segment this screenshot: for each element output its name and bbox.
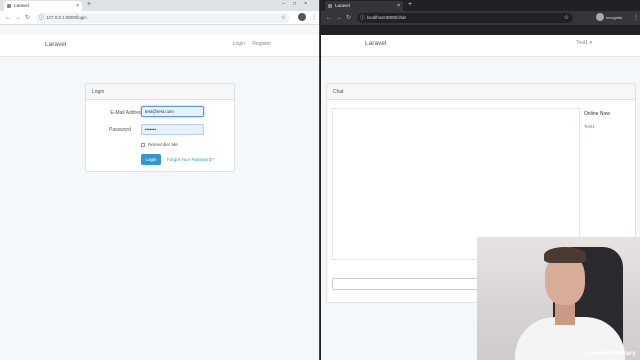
user-menu-label: Test1 xyxy=(576,40,589,46)
password-label: Password xyxy=(109,127,131,133)
online-user[interactable]: Test1 xyxy=(584,124,595,129)
password-input[interactable]: ••••••• xyxy=(141,124,204,135)
caret-down-icon: ▾ xyxy=(589,40,592,46)
reload-icon[interactable]: ↻ xyxy=(346,14,351,22)
kebab-menu-icon[interactable]: ⋮ xyxy=(311,13,317,23)
webcam-overlay: CodeWithDary xyxy=(477,237,640,360)
navbar-brand[interactable]: Laravel xyxy=(45,41,66,48)
laravel-navbar: Laravel Test1 ▾ xyxy=(321,35,640,57)
address-bar[interactable]: ⓘ localhost:8000/chat ☆ xyxy=(357,13,573,23)
incognito-icon[interactable] xyxy=(596,13,604,21)
user-menu-dropdown[interactable]: Test1 ▾ xyxy=(576,40,592,46)
presenter-hair xyxy=(544,247,586,263)
email-label: E-Mail Address xyxy=(110,110,144,116)
tab-laravel-chat[interactable]: Laravel × xyxy=(325,1,403,11)
incognito-label: Incognito xyxy=(606,15,623,20)
reload-icon[interactable]: ↻ xyxy=(25,14,30,22)
register-nav-link[interactable]: Register xyxy=(252,41,271,47)
login-nav-link[interactable]: Login xyxy=(233,41,245,47)
tab-strip: Laravel × + xyxy=(321,0,640,11)
online-now-header: Online Now xyxy=(584,111,610,117)
close-tab-icon[interactable]: × xyxy=(397,1,400,11)
remember-label: Remember Me xyxy=(148,142,178,147)
dark-strip xyxy=(321,25,640,35)
navbar-links: Login Register xyxy=(227,41,271,47)
forgot-password-link[interactable]: Forgot Your Password? xyxy=(167,157,214,162)
login-browser-window: Laravel × + –□× ← → ↻ ⓘ 127.0.0.1:8000/l… xyxy=(0,0,320,360)
login-card-header: Login xyxy=(86,84,234,100)
email-input[interactable]: test@test.com xyxy=(141,106,204,117)
favicon-icon xyxy=(7,4,11,8)
kebab-menu-icon[interactable]: ⋮ xyxy=(633,13,639,23)
login-card: Login E-Mail Address test@test.com Passw… xyxy=(85,83,235,172)
chat-card-header: Chat xyxy=(327,84,635,100)
forward-icon[interactable]: → xyxy=(336,14,342,22)
browser-toolbar: ← → ↻ ⓘ 127.0.0.1:8000/login ☆ ⋮ xyxy=(0,11,319,25)
favicon-icon xyxy=(328,4,332,8)
new-tab-button[interactable]: + xyxy=(87,0,91,10)
login-button[interactable]: Login xyxy=(141,154,161,165)
close-tab-icon[interactable]: × xyxy=(76,1,79,11)
tab-title: Laravel xyxy=(335,3,350,8)
browser-toolbar: ← → ↻ ⓘ localhost:8000/chat ☆ Incognito … xyxy=(321,11,640,25)
navbar-brand[interactable]: Laravel xyxy=(365,40,386,47)
site-info-icon[interactable]: ⓘ xyxy=(360,13,365,23)
webcam-watermark: CodeWithDary xyxy=(587,350,636,357)
address-url: 127.0.0.1:8000/login xyxy=(46,15,87,20)
star-icon[interactable]: ☆ xyxy=(564,13,569,23)
profile-avatar[interactable] xyxy=(298,13,306,21)
back-icon[interactable]: ← xyxy=(326,14,332,22)
address-url: localhost:8000/chat xyxy=(367,15,406,20)
site-info-icon[interactable]: ⓘ xyxy=(39,13,44,23)
presenter-neck xyxy=(555,303,575,325)
laravel-navbar: Laravel Login Register xyxy=(0,35,319,57)
tab-title: Laravel xyxy=(14,3,29,8)
window-controls[interactable]: –□× xyxy=(282,0,315,8)
tab-laravel-login[interactable]: Laravel × xyxy=(4,1,82,11)
star-icon[interactable]: ☆ xyxy=(281,13,286,23)
back-icon[interactable]: ← xyxy=(5,14,11,22)
remember-checkbox[interactable] xyxy=(141,143,145,147)
address-bar[interactable]: ⓘ 127.0.0.1:8000/login ☆ xyxy=(36,13,290,23)
new-tab-button[interactable]: + xyxy=(408,0,412,10)
tab-strip: Laravel × + –□× xyxy=(0,0,319,11)
forward-icon[interactable]: → xyxy=(15,14,21,22)
